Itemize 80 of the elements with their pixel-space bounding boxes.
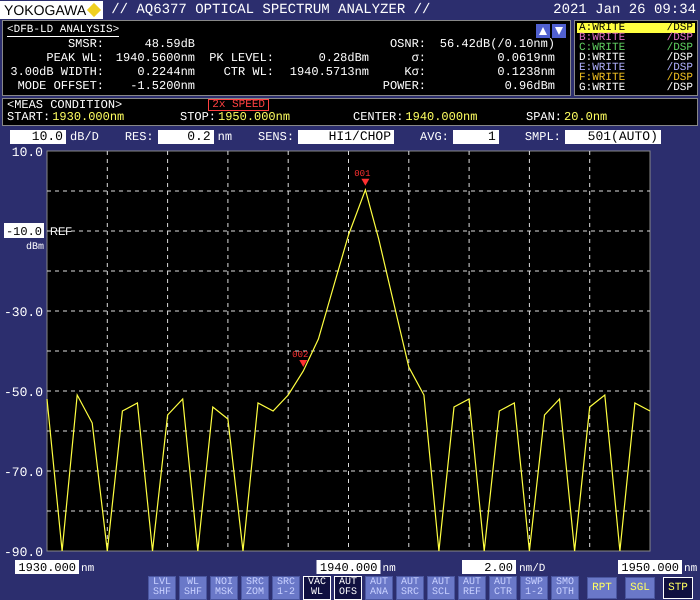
window-title: // AQ6377 OPTICAL SPECTRUM ANALYZER // bbox=[111, 2, 432, 18]
y-tick-label: 10.0 bbox=[12, 146, 43, 160]
y-tick-label: -70.0 bbox=[4, 465, 43, 480]
field-value: 1940.5713nm bbox=[288, 65, 369, 79]
unit-label: nm/D bbox=[519, 563, 546, 575]
field-label: OSNR: bbox=[388, 37, 427, 51]
unit-label: nm bbox=[684, 563, 698, 575]
division-field[interactable]: 2.00 bbox=[462, 560, 516, 575]
field-label: MODE OFFSET: bbox=[16, 79, 105, 93]
field-label: σ: bbox=[410, 51, 427, 65]
field-label: SMSR: bbox=[66, 37, 105, 51]
field-label: PK LEVEL: bbox=[208, 51, 275, 65]
setting-field[interactable]: HI1/CHOP bbox=[298, 130, 394, 144]
field-label: START: bbox=[7, 111, 50, 123]
field-label: CTR WL: bbox=[222, 65, 275, 79]
x-tick-field[interactable]: 1940.000 bbox=[316, 560, 380, 575]
unit-label: dB/D bbox=[70, 130, 99, 144]
field-label: STOP: bbox=[180, 111, 216, 123]
scroll-up-icon[interactable] bbox=[536, 24, 550, 38]
setting-label: SMPL: bbox=[524, 130, 561, 144]
x-tick-field[interactable]: 1930.000 bbox=[15, 560, 79, 575]
setting-field[interactable]: 0.2 bbox=[158, 130, 214, 144]
x-tick-label: 1940.000 bbox=[320, 561, 378, 575]
field-value: 1930.000nm bbox=[52, 111, 124, 123]
field-label: PEAK WL: bbox=[45, 51, 105, 65]
field-value: -1.5200nm bbox=[129, 79, 195, 93]
panel-title: <DFB-LD ANALYSIS> bbox=[7, 24, 120, 37]
ref-label: REF bbox=[50, 226, 72, 238]
soft-key[interactable]: AUT OFS bbox=[334, 576, 362, 600]
annotation: 002 bbox=[292, 350, 308, 360]
speed-badge: 2x SPEED bbox=[208, 99, 270, 111]
field-value: 48.59dB bbox=[144, 37, 195, 51]
trace-item[interactable]: G:WRITE /DSP bbox=[577, 83, 695, 93]
x-tick-label: 1950.000 bbox=[621, 561, 679, 575]
ref-level-field[interactable]: -10.0 bbox=[4, 223, 44, 239]
setting-field[interactable]: 1 bbox=[452, 130, 499, 144]
field-value: 1940.5600nm bbox=[114, 51, 195, 65]
unit-label: nm bbox=[382, 563, 396, 575]
setting-label: SENS: bbox=[258, 130, 294, 144]
scroll-down-icon[interactable] bbox=[552, 24, 566, 38]
trace-item[interactable]: F:WRITE /DSP bbox=[577, 73, 695, 83]
setting-field[interactable]: 501(AUTO) bbox=[564, 130, 661, 144]
field-value: 56.42dB(/0.10nm) bbox=[438, 37, 555, 51]
setting-field[interactable]: 10.0 bbox=[10, 130, 66, 144]
ref-level-unit: dBm bbox=[26, 242, 44, 253]
date-time: 2021 Jan 26 09:34 bbox=[553, 2, 697, 18]
trace-item[interactable]: E:WRITE /DSP bbox=[577, 63, 695, 73]
sweep-key[interactable]: STP bbox=[663, 577, 693, 599]
field-value: 0.96dBm bbox=[504, 79, 555, 93]
panel-title: <MEAS CONDITION> bbox=[7, 99, 122, 111]
setting-label: RES: bbox=[124, 130, 154, 144]
field-label: Kσ: bbox=[403, 65, 427, 79]
field-value: 1950.000nm bbox=[218, 111, 290, 123]
field-value: 20.0nm bbox=[564, 111, 608, 123]
y-tick-label: -90.0 bbox=[4, 545, 43, 560]
annotation: 001 bbox=[354, 168, 370, 179]
unit-label: nm bbox=[81, 563, 94, 575]
y-tick-label: -30.0 bbox=[4, 305, 43, 320]
x-tick-field[interactable]: 1950.000 bbox=[618, 560, 682, 575]
unit-label: nm bbox=[218, 130, 232, 144]
field-value: 0.1238nm bbox=[496, 65, 555, 79]
field-label: 3.00dB WIDTH: bbox=[9, 65, 105, 79]
y-tick-label: -50.0 bbox=[4, 385, 43, 400]
field-value: 0.28dBm bbox=[318, 51, 369, 65]
field-label: POWER: bbox=[382, 79, 427, 93]
trace-item[interactable]: A:WRITE /DSP bbox=[577, 23, 695, 33]
soft-key[interactable]: VAC WL bbox=[303, 576, 331, 600]
field-value: 0.2244nm bbox=[136, 65, 195, 79]
x-tick-label: 1930.000 bbox=[18, 561, 76, 575]
sweep-key[interactable]: RPT bbox=[587, 577, 617, 599]
field-label: CENTER: bbox=[353, 111, 404, 123]
brand-logo: YOKOGAWA bbox=[0, 1, 104, 19]
field-value: 0.0619nm bbox=[496, 51, 555, 65]
sweep-key[interactable]: SGL bbox=[625, 577, 655, 599]
trace-item[interactable]: C:WRITE /DSP bbox=[577, 43, 695, 53]
field-value: 1940.000nm bbox=[405, 111, 478, 123]
trace-item[interactable]: B:WRITE /DSP bbox=[577, 33, 695, 43]
setting-label: AVG: bbox=[420, 130, 449, 144]
trace-item[interactable]: D:WRITE /DSP bbox=[577, 53, 695, 63]
field-label: SPAN: bbox=[526, 111, 562, 123]
